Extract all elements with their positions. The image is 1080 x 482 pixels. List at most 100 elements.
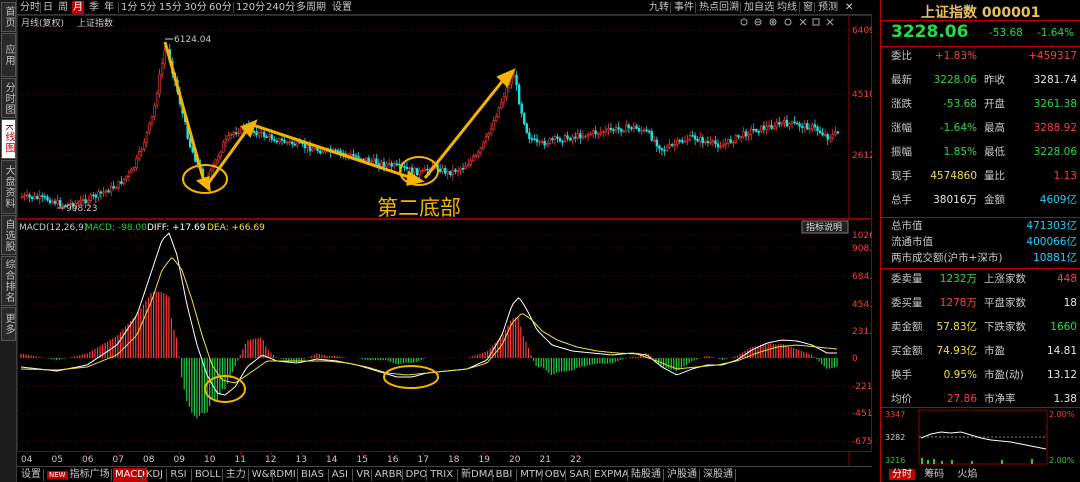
candle-body [319, 150, 322, 154]
macd-tick: -451.6 [852, 409, 872, 419]
period-240min[interactable]: 240分 [265, 1, 296, 14]
macd-tick: 454.9 [852, 300, 872, 310]
candle-body [367, 157, 370, 162]
indicator-rsi[interactable]: RSI [168, 468, 188, 482]
rail-tab-watchlist[interactable]: 自选股 [1, 215, 16, 255]
macd-tick: 1026 [852, 231, 872, 241]
tab-chips[interactable]: 筹码 [918, 469, 950, 480]
period-15min[interactable]: 15分 [158, 1, 183, 14]
candle-body [41, 195, 44, 197]
hot-review-button[interactable]: 热点回溯 [697, 1, 741, 14]
indicator-boll[interactable]: BOLL [193, 468, 223, 482]
indicator-trix[interactable]: TRIX [428, 468, 455, 482]
add-watchlist-button[interactable]: 加自选 [742, 1, 776, 14]
period-30min[interactable]: 30分 [183, 1, 208, 14]
mini-timeshare-chart[interactable]: 3347 3282 3216 2.00% 2.00% [881, 408, 1080, 468]
candle-body [678, 140, 682, 142]
candle-body [813, 124, 817, 128]
period-timeshare[interactable]: 分时 [19, 1, 41, 14]
indicator-sar[interactable]: SAR [567, 468, 591, 482]
quote-label: 市盈 [984, 345, 1005, 357]
indicator-kdj[interactable]: KDJ [144, 468, 165, 482]
indicator-item[interactable]: NEW 指标广场 [45, 468, 112, 482]
candle-body [443, 167, 447, 174]
candle-body [280, 138, 284, 141]
indicator-expma[interactable]: EXPMA [592, 468, 631, 482]
candle-body [99, 191, 103, 194]
period-day[interactable]: 日 [42, 1, 54, 14]
candle-body [217, 156, 220, 161]
candle-body [658, 145, 661, 149]
period-year[interactable]: 年 [103, 1, 115, 14]
candle-body [714, 140, 717, 145]
quote-label: 昨收 [984, 74, 1005, 86]
moving-average-button[interactable]: 均线 [775, 1, 799, 14]
indicator-asi[interactable]: ASI [330, 468, 350, 482]
events-button[interactable]: 事件 [672, 1, 696, 14]
indicator-bbi[interactable]: BBI [494, 468, 515, 482]
nine-turn-button[interactable]: 九转 [647, 1, 671, 14]
candle-body [494, 116, 498, 121]
indicator-item[interactable]: 沪股通 [665, 468, 699, 482]
candle-body [421, 170, 424, 172]
forecast-button[interactable]: 预测 [816, 1, 840, 14]
candle-body [262, 131, 266, 137]
rail-tab-ranking[interactable]: 综合排名 [1, 256, 16, 306]
candle-body [375, 158, 378, 165]
quote-label: 涨跌 [891, 98, 912, 110]
period-60min[interactable]: 60分 [208, 1, 233, 14]
indicator-item[interactable]: 陆股通 [629, 468, 663, 482]
candle-body [484, 136, 488, 143]
panel-close-icon[interactable]: ✕ [843, 1, 855, 14]
rail-tab-timeshare[interactable]: 分时图 [1, 78, 16, 118]
macd-tick: 231.4 [852, 327, 872, 337]
period-120min[interactable]: 120分 [235, 1, 266, 14]
indicator-dmi[interactable]: DMI [274, 468, 297, 482]
window-button[interactable]: 窗 [801, 1, 815, 14]
candle-body [596, 133, 600, 135]
indicator-square-label: 指标广场 [69, 469, 110, 480]
period-5min[interactable]: 5分 [139, 1, 157, 14]
candle-body [408, 167, 411, 170]
indicator-item[interactable]: 设置 [19, 468, 43, 482]
candle-body [413, 168, 416, 174]
candle-body [599, 131, 602, 134]
candle-body [770, 124, 773, 129]
indicator-item[interactable]: 深股通 [701, 468, 735, 482]
candle-body [160, 63, 164, 75]
quote-value: 13.12 [1046, 369, 1077, 381]
candle-body [311, 148, 314, 152]
candle-body [765, 126, 768, 130]
indicator-arbr[interactable]: ARBR [373, 468, 405, 482]
period-week[interactable]: 周 [57, 1, 69, 14]
mini-bot-value: 3216 [885, 456, 905, 465]
candle-body [104, 190, 108, 193]
period-quarter[interactable]: 季 [88, 1, 100, 14]
indicator-item[interactable]: 主力 [224, 468, 248, 482]
candle-body [426, 168, 429, 171]
multi-period-button[interactable]: 多周期 [295, 1, 327, 14]
rail-tab-market-info[interactable]: 大盘资料 [1, 160, 16, 214]
tab-flame[interactable]: 火焰 [953, 469, 981, 480]
indicator-bias[interactable]: BIAS [299, 468, 326, 482]
candle-body [816, 126, 819, 132]
tab-timeshare[interactable]: 分时 [889, 469, 915, 480]
candle-body [140, 149, 143, 152]
indicator-dma[interactable]: 新DMA [459, 468, 496, 482]
period-month[interactable]: 月 [72, 1, 84, 14]
rail-tab-home[interactable]: 首页 [1, 2, 16, 32]
market-value-row: 两市成交额(沪市+深市) 10881亿 [881, 250, 1080, 266]
candle-body [831, 133, 835, 138]
period-1min[interactable]: 1分 [120, 1, 138, 14]
indicator-vr[interactable]: VR [354, 468, 372, 482]
rail-tab-kline[interactable]: K线图 [1, 119, 16, 159]
quote-row: 委买量 1278万 平盘家数 18 [881, 293, 1080, 314]
candle-body [115, 187, 118, 190]
rail-tab-more[interactable]: 更多 [1, 307, 16, 341]
candle-body [528, 132, 531, 139]
kline-chart[interactable]: 月线(复权) 上证指数 6409 4510 2612 6124.04 998.2… [17, 15, 872, 466]
indicator-obv[interactable]: OBV [543, 468, 568, 482]
settings-button[interactable]: 设置 [331, 1, 353, 14]
candle-body [632, 125, 636, 130]
rail-tab-apps[interactable]: 应用 [1, 33, 16, 77]
